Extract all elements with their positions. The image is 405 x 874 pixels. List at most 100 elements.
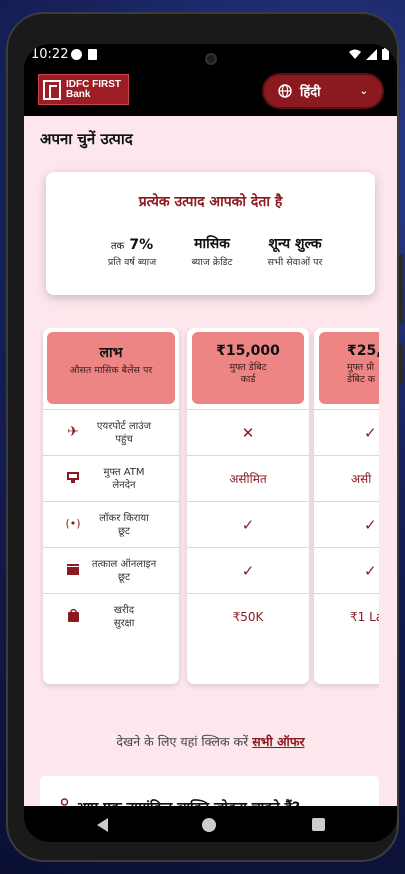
signal-icon — [366, 48, 377, 60]
app-header: IDFC FIRST Bank हिंदी ⌄ — [24, 66, 397, 116]
feature-row-purchase: खरीद सुरक्षा — [43, 593, 179, 639]
benefit-caption: ब्याज क्रेडिट — [191, 257, 233, 268]
recent-apps-icon[interactable] — [312, 818, 325, 831]
check-icon: ✓ — [364, 515, 377, 534]
product-column-15000[interactable]: ₹15,000 मुफ्त डेबिट कार्ड ✕ असीमित ✓ ✓ ₹5… — [187, 328, 309, 684]
see-all-text: देखने के लिए यहां क्लिक करें — [116, 734, 249, 749]
bank-logo[interactable]: IDFC FIRST Bank — [38, 74, 129, 105]
shopping-bag-icon — [65, 608, 81, 624]
check-icon: ✓ — [364, 561, 377, 580]
benefits-subtitle: औसत मासिक बैलेंस पर — [69, 365, 153, 376]
chevron-down-icon: ⌄ — [359, 85, 368, 97]
feature-label: पहुंच — [115, 433, 133, 445]
logo-mark-icon — [43, 79, 61, 100]
back-icon[interactable] — [97, 818, 108, 832]
volume-button — [399, 344, 403, 384]
benefits-header: लाभ औसत मासिक बैलेंस पर — [47, 332, 175, 404]
product-title: ₹25,0 — [347, 343, 379, 359]
offer-card: प्रत्येक उत्पाद आपको देता है तक 7% प्रति… — [46, 172, 375, 295]
status-time: 10:22 — [31, 47, 69, 62]
locker-icon: (•) — [65, 517, 81, 530]
front-camera — [205, 53, 217, 65]
value-text: असी — [351, 472, 372, 486]
feature-label: लेनदेन — [112, 479, 136, 491]
pinterest-icon — [71, 49, 82, 60]
status-bar: 10:22 — [24, 44, 397, 66]
value-cell: ₹50K — [187, 593, 309, 639]
value-cell: असीमित — [187, 455, 309, 501]
benefit-caption: प्रति वर्ष ब्याज — [107, 257, 157, 268]
nominee-prompt: आप एक नामांकित व्यक्ति जोड़ना चाहते हैं? — [76, 798, 300, 806]
benefit-caption: सभी सेवाओं पर — [267, 257, 323, 268]
offer-heading: प्रत्येक उत्पाद आपको देता है — [138, 194, 283, 210]
value-text: असीमित — [229, 472, 267, 486]
all-offers-link[interactable]: सभी ऑफर — [252, 734, 304, 749]
see-all-offers: देखने के लिए यहां क्लिक करें सभी ऑफर — [24, 733, 397, 750]
sd-card-icon — [88, 49, 97, 60]
feature-row-locker: (•) लॉकर किराया छूट — [43, 501, 179, 547]
clapper-icon — [65, 562, 81, 578]
language-selector[interactable]: हिंदी ⌄ — [264, 75, 382, 107]
home-icon[interactable] — [202, 818, 216, 832]
check-icon: ✓ — [241, 515, 255, 534]
product-subtitle: मुफ्त प्री — [347, 362, 375, 373]
benefit-value: मासिक — [194, 236, 230, 252]
product-subtitle: डेबिट क — [347, 374, 376, 385]
wifi-icon — [349, 49, 361, 59]
logo-line2: Bank — [66, 88, 91, 100]
feature-label: एयरपोर्ट लाउंज — [96, 420, 152, 432]
notification-icons — [71, 47, 97, 60]
feature-label: लॉकर किराया — [99, 512, 149, 524]
product-title: ₹15,000 — [216, 343, 280, 359]
product-column-25000[interactable]: ₹25,0 मुफ्त प्रीडेबिट क ✓ असी ✓ ✓ ₹1 La — [314, 328, 379, 684]
feature-row-lounge: ✈ एयरपोर्ट लाउंज पहुंच — [43, 409, 179, 455]
value-cell: ₹1 La — [314, 593, 379, 639]
check-icon: ✓ — [241, 561, 255, 580]
benefit-value: शून्य शुल्क — [268, 236, 322, 252]
system-nav-bar — [24, 806, 397, 842]
value-text: ₹50K — [232, 609, 264, 624]
feature-label: सुरक्षा — [113, 617, 135, 629]
value-text: ₹1 La — [350, 609, 379, 624]
value-cell: ✕ — [187, 409, 309, 455]
section-title: अपना चुनें उत्पाद — [40, 130, 133, 148]
check-icon: ✓ — [364, 423, 377, 442]
main-content[interactable]: अपना चुनें उत्पाद प्रत्येक उत्पाद आपको द… — [24, 116, 397, 806]
globe-icon — [278, 84, 292, 98]
product-subtitle: मुफ्त डेबिट — [229, 362, 267, 373]
feature-label: छूट — [117, 525, 131, 537]
benefits-title: लाभ — [99, 345, 123, 361]
feature-row-online: तत्काल ऑनलाइन छूट — [43, 547, 179, 593]
product-subtitle: कार्ड — [240, 374, 256, 385]
benefit-prefix: तक — [110, 241, 125, 252]
value-cell: ✓ — [187, 547, 309, 593]
product-header: ₹15,000 मुफ्त डेबिट कार्ड — [192, 332, 304, 404]
value-cell: ✓ — [314, 409, 379, 455]
language-label: हिंदी — [300, 85, 321, 100]
value-cell: असी — [314, 455, 379, 501]
benefit-interest: तक 7% प्रति वर्ष ब्याज — [100, 234, 164, 268]
feature-label: छूट — [117, 571, 131, 583]
comparison-scroller[interactable]: लाभ औसत मासिक बैलेंस पर ✈ एयरपोर्ट लाउंज… — [40, 328, 379, 690]
benefit-value: 7% — [129, 237, 154, 253]
atm-icon — [65, 470, 81, 486]
feature-row-atm: मुफ्त ATM लेनदेन — [43, 455, 179, 501]
benefits-column: लाभ औसत मासिक बैलेंस पर ✈ एयरपोर्ट लाउंज… — [43, 328, 179, 684]
logo-text: IDFC FIRST Bank — [66, 79, 121, 100]
battery-icon — [382, 48, 389, 60]
value-cell: ✓ — [314, 547, 379, 593]
power-button — [399, 254, 403, 324]
value-cell: ✓ — [187, 501, 309, 547]
feature-label: मुफ्त ATM — [103, 466, 145, 478]
screen: 10:22 IDFC FIRST Bank हिंदी ⌄ अपना चुनें… — [24, 44, 397, 842]
system-icons — [349, 48, 389, 60]
airplane-icon: ✈ — [67, 424, 79, 440]
product-header: ₹25,0 मुफ्त प्रीडेबिट क — [319, 332, 379, 404]
cross-icon: ✕ — [241, 423, 255, 442]
nominee-card[interactable]: आप एक नामांकित व्यक्ति जोड़ना चाहते हैं? — [40, 776, 379, 806]
value-cell: ✓ — [314, 501, 379, 547]
person-icon — [58, 798, 72, 806]
feature-label: तत्काल ऑनलाइन — [91, 558, 157, 570]
feature-label: खरीद — [113, 604, 135, 616]
benefit-zero-charges: शून्य शुल्क सभी सेवाओं पर — [260, 234, 330, 268]
